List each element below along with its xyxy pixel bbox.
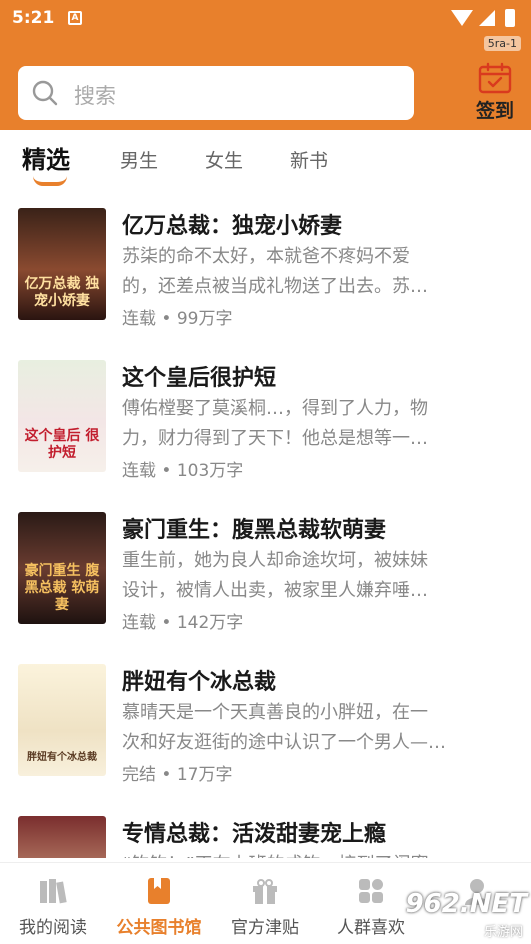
search-placeholder: 搜索 — [74, 84, 116, 108]
meta-separator: • — [156, 309, 177, 329]
book-item[interactable]: 胖妞有个冰总裁 胖妞有个冰总裁 慕晴天是一个天真善良的小胖妞，在一 次和好友逛街… — [0, 656, 531, 808]
watermark-sub: 乐游网 — [483, 925, 523, 940]
book-title: 亿万总裁：独宠小娇妻 — [122, 214, 343, 239]
signal-icon — [479, 10, 495, 26]
meta-separator: • — [156, 765, 177, 785]
desc-line: 次和好友逛街的途中认识了一个男人—… — [122, 732, 446, 753]
books-icon — [40, 879, 67, 904]
bottom-navigation: 我的阅读 公共图书馆 官方津贴 人群喜欢 962.NET 乐游网 — [0, 862, 531, 944]
desc-line: 设计，被情人出卖，被家里人嫌弃唾… — [122, 580, 428, 601]
book-list: 亿万总裁 独宠小娇妻 亿万总裁：独宠小娇妻 苏柒的命不太好，本就爸不疼妈不爱 的… — [0, 200, 531, 858]
book-cover: 胖妞有个冰总裁 — [18, 664, 106, 776]
book-description: 苏柒的命不太好，本就爸不疼妈不爱 的，还差点被当成礼物送了出去。苏… — [122, 242, 474, 302]
tab-featured[interactable]: 精选 — [22, 140, 70, 175]
desc-line: 重生前，她为良人却命途坎坷，被妹妹 — [122, 550, 428, 571]
checkin-label: 签到 — [475, 100, 514, 122]
book-status: 连载 — [122, 613, 156, 633]
wifi-icon — [451, 10, 473, 26]
active-tab-indicator — [33, 176, 67, 186]
nav-my-reading[interactable]: 我的阅读 — [0, 875, 106, 938]
book-word-count: 17万字 — [176, 765, 233, 785]
book-cover: 亿万总裁 独宠小娇妻 — [18, 208, 106, 320]
nav-official-allowance[interactable]: 官方津贴 — [212, 875, 318, 938]
book-word-count: 99万字 — [176, 309, 233, 329]
book-description: 慕晴天是一个天真善良的小胖妞，在一 次和好友逛街的途中认识了一个男人—… — [122, 698, 474, 758]
notification-icon: A — [68, 11, 82, 25]
watermark-logo: 962.NET — [405, 889, 527, 919]
grid-icon — [359, 879, 383, 903]
desc-line: “钩钩！”正在上班的成钩，接到了闺蜜 — [122, 850, 474, 858]
book-description: “钩钩！”正在上班的成钩，接到了闺蜜 — [122, 850, 474, 858]
book-meta: 连载 • 142万字 — [122, 608, 243, 633]
book-status: 连载 — [122, 309, 156, 329]
book-cover — [18, 816, 106, 858]
book-cover: 这个皇后 很护短 — [18, 360, 106, 472]
status-time: 5:21 — [12, 8, 55, 28]
meta-separator: • — [156, 613, 177, 633]
version-badge: 5ra-1 — [483, 36, 521, 51]
book-meta: 连载 • 99万字 — [122, 304, 232, 329]
nav-label: 我的阅读 — [19, 918, 87, 938]
status-bar: 5:21 A 5ra-1 — [0, 0, 531, 51]
book-meta: 连载 • 103万字 — [122, 456, 243, 481]
battery-icon — [505, 9, 515, 27]
book-title: 专情总裁：活泼甜妻宠上瘾 — [122, 822, 387, 847]
book-description: 重生前，她为良人却命途坎坷，被妹妹 设计，被情人出卖，被家里人嫌弃唾… — [122, 546, 474, 606]
book-item[interactable]: 专情总裁：活泼甜妻宠上瘾 “钩钩！”正在上班的成钩，接到了闺蜜 — [0, 808, 531, 858]
cover-title: 豪门重生 腹黑总裁 软萌妻 — [24, 563, 100, 613]
book-status: 完结 — [122, 765, 156, 785]
cover-title: 胖妞有个冰总裁 — [27, 752, 97, 763]
status-indicators — [431, 8, 521, 28]
tab-female[interactable]: 女生 — [205, 146, 243, 173]
gift-icon — [253, 879, 277, 904]
book-title: 豪门重生：腹黑总裁软萌妻 — [122, 518, 387, 543]
book-meta: 完结 • 17万字 — [122, 760, 232, 785]
library-icon — [148, 878, 170, 904]
book-cover: 豪门重生 腹黑总裁 软萌妻 — [18, 512, 106, 624]
category-tabs: 精选 男生 女生 新书 — [0, 132, 531, 190]
cover-title: 亿万总裁 独宠小娇妻 — [24, 276, 100, 309]
desc-line: 力，财力得到了天下！他总是想等一… — [122, 428, 428, 449]
desc-line: 的，还差点被当成礼物送了出去。苏… — [122, 276, 428, 297]
book-item[interactable]: 亿万总裁 独宠小娇妻 亿万总裁：独宠小娇妻 苏柒的命不太好，本就爸不疼妈不爱 的… — [0, 200, 531, 352]
book-word-count: 103万字 — [176, 461, 244, 481]
search-icon — [32, 80, 58, 106]
calendar-check-icon — [478, 62, 512, 94]
book-item[interactable]: 豪门重生 腹黑总裁 软萌妻 豪门重生：腹黑总裁软萌妻 重生前，她为良人却命途坎坷… — [0, 504, 531, 656]
nav-label: 官方津贴 — [231, 918, 299, 938]
nav-public-library[interactable]: 公共图书馆 — [106, 875, 212, 938]
cover-title: 这个皇后 很护短 — [24, 428, 100, 461]
book-item[interactable]: 这个皇后 很护短 这个皇后很护短 傅佑樘娶了莫溪桐…，得到了人力，物 力，财力得… — [0, 352, 531, 504]
book-description: 傅佑樘娶了莫溪桐…，得到了人力，物 力，财力得到了天下！他总是想等一… — [122, 394, 474, 454]
app-header: 5:21 A 5ra-1 搜索 签到 — [0, 0, 531, 130]
book-title: 这个皇后很护短 — [122, 366, 277, 391]
checkin-button[interactable]: 签到 — [466, 62, 524, 126]
nav-label: 公共图书馆 — [116, 918, 202, 938]
tab-male[interactable]: 男生 — [120, 146, 158, 173]
meta-separator: • — [156, 461, 177, 481]
search-input[interactable]: 搜索 — [18, 66, 414, 120]
book-title: 胖妞有个冰总裁 — [122, 670, 277, 695]
desc-line: 慕晴天是一个天真善良的小胖妞，在一 — [122, 702, 428, 723]
book-word-count: 142万字 — [176, 613, 244, 633]
book-status: 连载 — [122, 461, 156, 481]
tab-new-books[interactable]: 新书 — [290, 146, 328, 173]
desc-line: 傅佑樘娶了莫溪桐…，得到了人力，物 — [122, 398, 428, 419]
desc-line: 苏柒的命不太好，本就爸不疼妈不爱 — [122, 246, 410, 267]
